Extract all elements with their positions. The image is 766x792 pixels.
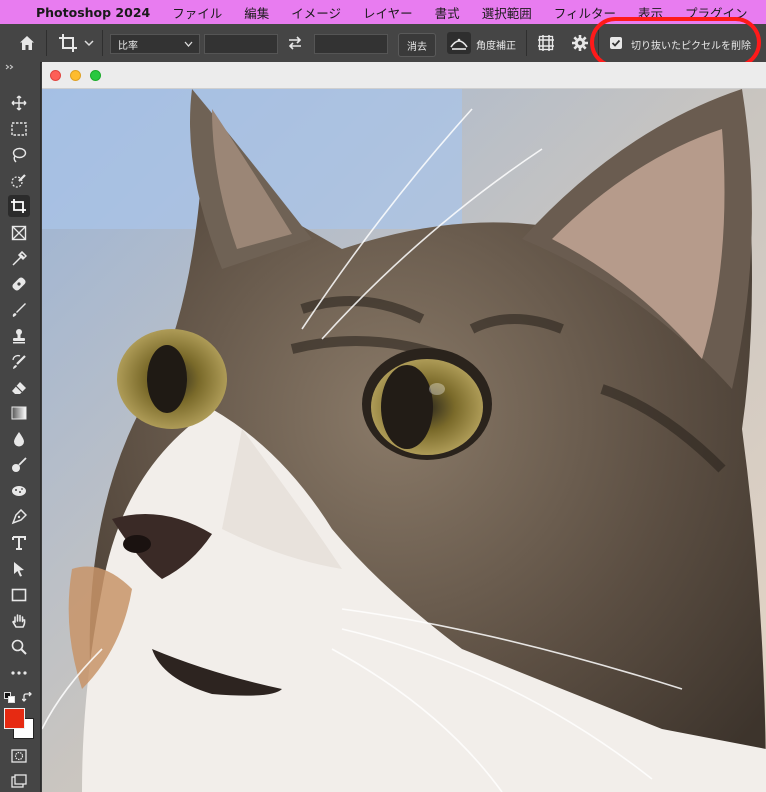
home-icon[interactable]	[18, 34, 36, 52]
brush-tool[interactable]	[8, 299, 30, 321]
document-canvas[interactable]	[42, 89, 766, 792]
lasso-icon	[12, 147, 27, 163]
close-window-button[interactable]	[50, 70, 61, 81]
arrow-pointer-icon	[14, 562, 24, 577]
collapse-chevron-icon[interactable]	[5, 64, 15, 70]
swap-icon[interactable]	[287, 36, 303, 50]
ratio-select-value: 比率	[118, 40, 138, 52]
healing-brush-tool[interactable]	[8, 273, 30, 295]
menu-file[interactable]: ファイル	[172, 3, 222, 22]
clear-button[interactable]: 消去	[398, 33, 436, 57]
marquee-icon	[11, 122, 27, 136]
eyedropper-icon	[12, 251, 27, 266]
cat-photo	[42, 89, 766, 792]
more-tools[interactable]	[8, 662, 30, 684]
default-colors-icon[interactable]	[4, 692, 15, 703]
quick-mask-icon	[11, 749, 27, 763]
chevron-down-icon	[184, 41, 193, 47]
pen-icon	[11, 509, 27, 525]
separator	[102, 30, 103, 56]
marquee-tool[interactable]	[8, 118, 30, 140]
magnifier-icon	[11, 639, 27, 655]
app-menu[interactable]: Photoshop 2024	[36, 5, 150, 20]
crop-tool[interactable]	[8, 195, 30, 217]
height-input[interactable]	[314, 34, 388, 54]
bandage-icon	[12, 277, 26, 291]
gear-icon[interactable]	[571, 34, 589, 52]
straighten-icon[interactable]	[446, 31, 472, 55]
overlay-grid-icon[interactable]	[537, 34, 555, 52]
menu-select[interactable]: 選択範囲	[482, 3, 532, 22]
straighten-label[interactable]: 角度補正	[476, 37, 516, 52]
separator	[46, 30, 47, 56]
width-input[interactable]	[204, 34, 278, 54]
frame-tool[interactable]	[8, 222, 30, 244]
lasso-tool[interactable]	[8, 144, 30, 166]
droplet-icon	[14, 432, 24, 447]
rectangle-icon	[11, 588, 27, 602]
ratio-select[interactable]: 比率	[110, 34, 200, 54]
zoom-window-button[interactable]	[90, 70, 101, 81]
document-title-bar	[42, 62, 766, 89]
brush-icon	[12, 303, 26, 317]
screen-mode-button[interactable]	[8, 770, 30, 792]
type-icon	[12, 536, 26, 550]
move-tool[interactable]	[8, 92, 30, 114]
ellipsis-icon	[11, 671, 27, 675]
history-brush-tool[interactable]	[8, 351, 30, 373]
swap-colors-icon[interactable]	[22, 692, 33, 703]
quick-selection-icon	[11, 174, 26, 188]
quick-selection-tool[interactable]	[8, 170, 30, 192]
hand-icon	[11, 614, 26, 628]
pen-tool[interactable]	[8, 506, 30, 528]
stamp-icon	[13, 329, 25, 344]
tools-panel	[0, 62, 41, 792]
clone-stamp-tool[interactable]	[8, 325, 30, 347]
minimize-window-button[interactable]	[70, 70, 81, 81]
move-icon	[11, 95, 27, 111]
menu-type[interactable]: 書式	[435, 3, 460, 22]
foreground-color-swatch[interactable]	[4, 708, 25, 729]
quick-mask-button[interactable]	[8, 745, 30, 767]
annotation-highlight	[590, 17, 761, 68]
menu-image[interactable]: イメージ	[291, 3, 341, 22]
eraser-icon	[12, 382, 26, 394]
dodge-tool[interactable]	[8, 454, 30, 476]
gradient-tool[interactable]	[8, 402, 30, 424]
frame-icon	[11, 225, 27, 241]
path-selection-tool[interactable]	[8, 558, 30, 580]
eyedropper-tool[interactable]	[8, 248, 30, 270]
screen-mode-icon	[11, 774, 27, 788]
rectangle-tool[interactable]	[8, 584, 30, 606]
dodge-icon	[12, 457, 27, 472]
chevron-down-icon[interactable]	[84, 39, 94, 47]
menu-edit[interactable]: 編集	[244, 3, 269, 22]
sponge-icon	[12, 486, 26, 496]
type-tool[interactable]	[8, 532, 30, 554]
sponge-tool[interactable]	[8, 480, 30, 502]
history-brush-icon	[12, 354, 26, 369]
blur-tool[interactable]	[8, 428, 30, 450]
crop-tool-icon[interactable]	[58, 33, 80, 53]
eraser-tool[interactable]	[8, 377, 30, 399]
gradient-icon	[11, 406, 27, 420]
zoom-tool[interactable]	[8, 636, 30, 658]
crop-icon	[11, 199, 26, 213]
hand-tool[interactable]	[8, 610, 30, 632]
menu-layer[interactable]: レイヤー	[363, 3, 413, 22]
document-window	[42, 62, 766, 792]
separator	[526, 30, 527, 56]
